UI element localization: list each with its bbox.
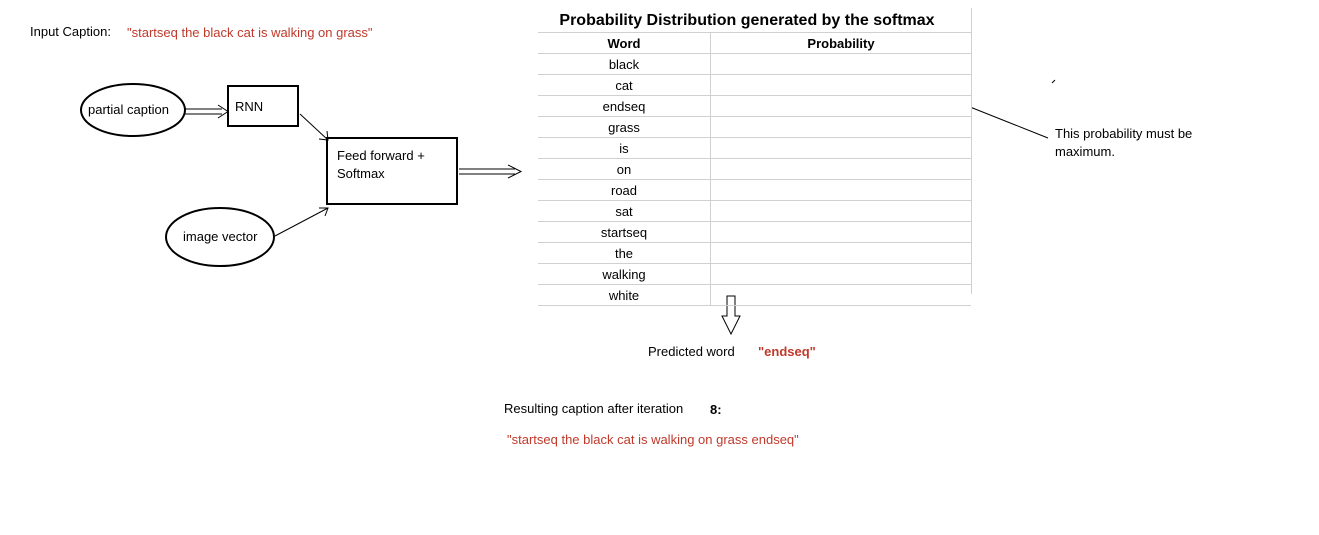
- partial-caption-label: partial caption: [88, 102, 169, 117]
- softmax-label: Softmax: [337, 166, 385, 181]
- probability-cell: [710, 158, 971, 180]
- word-cell: the: [538, 242, 711, 264]
- word-cell: white: [538, 284, 711, 306]
- word-cell: walking: [538, 263, 711, 285]
- table-right-border: [971, 8, 972, 294]
- annotation-pointer-arrow: [959, 99, 1049, 139]
- table-row: grass: [538, 116, 971, 138]
- word-cell: is: [538, 137, 711, 159]
- table-row: on: [538, 158, 971, 180]
- probability-cell: [710, 53, 971, 75]
- stray-mark: [1051, 79, 1056, 84]
- table-row: is: [538, 137, 971, 159]
- word-cell: cat: [538, 74, 711, 96]
- word-column-header: Word: [538, 32, 711, 54]
- annotation-line-1: This probability must be: [1055, 126, 1193, 141]
- annotation-line-2: maximum.: [1055, 144, 1115, 159]
- table-row: road: [538, 179, 971, 201]
- probability-cell: [710, 284, 971, 306]
- image-vector-label: image vector: [183, 229, 258, 244]
- table-row: walking: [538, 263, 971, 285]
- word-cell: road: [538, 179, 711, 201]
- probability-cell: [710, 242, 971, 264]
- table-row: startseq: [538, 221, 971, 243]
- word-cell: black: [538, 53, 711, 75]
- result-label: Resulting caption after iteration: [504, 401, 684, 416]
- predicted-word-value: "endseq": [758, 344, 816, 359]
- rnn-label: RNN: [235, 99, 264, 114]
- rnn-to-feedforward-arrow: [299, 113, 329, 141]
- probability-cell: [710, 74, 971, 96]
- probability-cell: [710, 116, 971, 138]
- table-row: the: [538, 242, 971, 264]
- table-row: black: [538, 53, 971, 75]
- probability-cell: [710, 137, 971, 159]
- word-cell: endseq: [538, 95, 711, 117]
- feedforward-label: Feed forward +: [337, 148, 425, 163]
- probability-table: Word Probability black cat endseq grass …: [538, 32, 971, 306]
- word-cell: grass: [538, 116, 711, 138]
- table-title: Probability Distribution generated by th…: [559, 12, 935, 29]
- result-caption: "startseq the black cat is walking on gr…: [507, 432, 799, 447]
- word-cell: sat: [538, 200, 711, 222]
- table-row: white: [538, 284, 971, 306]
- probability-column-header: Probability: [710, 32, 971, 54]
- probability-cell: [710, 263, 971, 285]
- probability-cell: [710, 179, 971, 201]
- word-cell: startseq: [538, 221, 711, 243]
- partial-caption-to-rnn-arrow: [185, 104, 229, 119]
- probability-cell: [710, 200, 971, 222]
- iteration-number: 8:: [710, 402, 722, 417]
- word-cell: on: [538, 158, 711, 180]
- table-row: endseq: [538, 95, 971, 117]
- table-row: sat: [538, 200, 971, 222]
- predicted-word-label: Predicted word: [648, 344, 735, 359]
- probability-table-panel: Probability Distribution generated by th…: [522, 8, 972, 306]
- image-vector-to-feedforward-arrow: [274, 207, 329, 237]
- table-row: cat: [538, 74, 971, 96]
- feedforward-to-table-arrow: [459, 164, 523, 179]
- probability-cell: [710, 221, 971, 243]
- probability-cell: [710, 95, 971, 117]
